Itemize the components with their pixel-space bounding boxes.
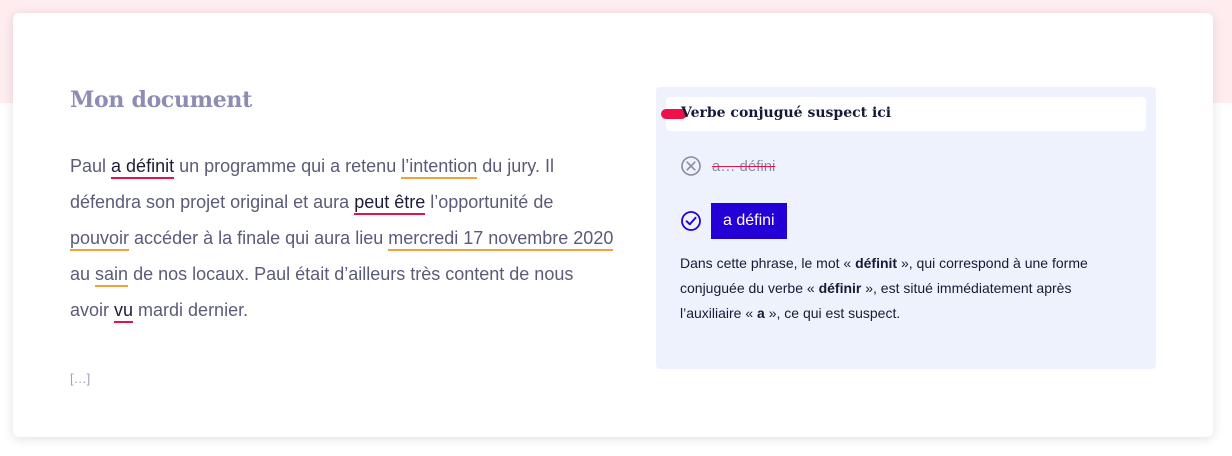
error-highlight-vu[interactable]: vu xyxy=(114,300,134,323)
accept-option-row[interactable]: a défini xyxy=(680,203,787,239)
warning-highlight-date[interactable]: mercredi 17 novembre 2020 xyxy=(388,228,614,251)
circle-x-icon[interactable] xyxy=(680,155,702,177)
explanation-segment: », ce qui est suspect. xyxy=(764,305,901,321)
truncation-ellipsis: […] xyxy=(70,371,91,386)
text-segment: accéder à la finale qui aura lieu xyxy=(129,228,389,248)
explanation-keyword: définit xyxy=(855,255,898,271)
correction-header: Verbe conjugué suspect ici xyxy=(661,97,1146,131)
correction-header-title: Verbe conjugué suspect ici xyxy=(681,105,892,121)
correction-panel: Verbe conjugué suspect ici a… défini a d… xyxy=(656,87,1156,369)
text-segment: l’opportunité de xyxy=(425,192,554,212)
error-highlight-peut-etre[interactable]: peut être xyxy=(354,192,426,215)
rejected-suggestion: a… défini xyxy=(712,157,776,175)
text-segment: mardi dernier. xyxy=(133,300,249,320)
explanation-segment: Dans cette phrase, le mot « xyxy=(680,255,856,271)
reject-option-row[interactable]: a… défini xyxy=(680,148,775,184)
document-title: Mon document xyxy=(70,87,252,113)
text-segment: un programme qui a retenu xyxy=(174,156,402,176)
warning-highlight-sain[interactable]: sain xyxy=(95,264,129,287)
warning-highlight-pouvoir[interactable]: pouvoir xyxy=(70,228,130,251)
accept-suggestion-button[interactable]: a défini xyxy=(711,203,787,239)
text-segment: Paul xyxy=(70,156,112,176)
error-highlight-a-definit[interactable]: a définit xyxy=(111,156,175,179)
circle-check-icon[interactable] xyxy=(680,210,702,232)
document-body: Paul a définit un programme qui a retenu… xyxy=(70,148,615,328)
text-segment: au xyxy=(70,264,96,284)
document-card: Mon document Paul a définit un programme… xyxy=(13,13,1213,437)
explanation-keyword: a xyxy=(757,305,765,321)
explanation-text: Dans cette phrase, le mot « définit », q… xyxy=(680,251,1130,326)
warning-highlight-intention[interactable]: l’intention xyxy=(401,156,478,179)
explanation-keyword: définir xyxy=(818,280,862,296)
